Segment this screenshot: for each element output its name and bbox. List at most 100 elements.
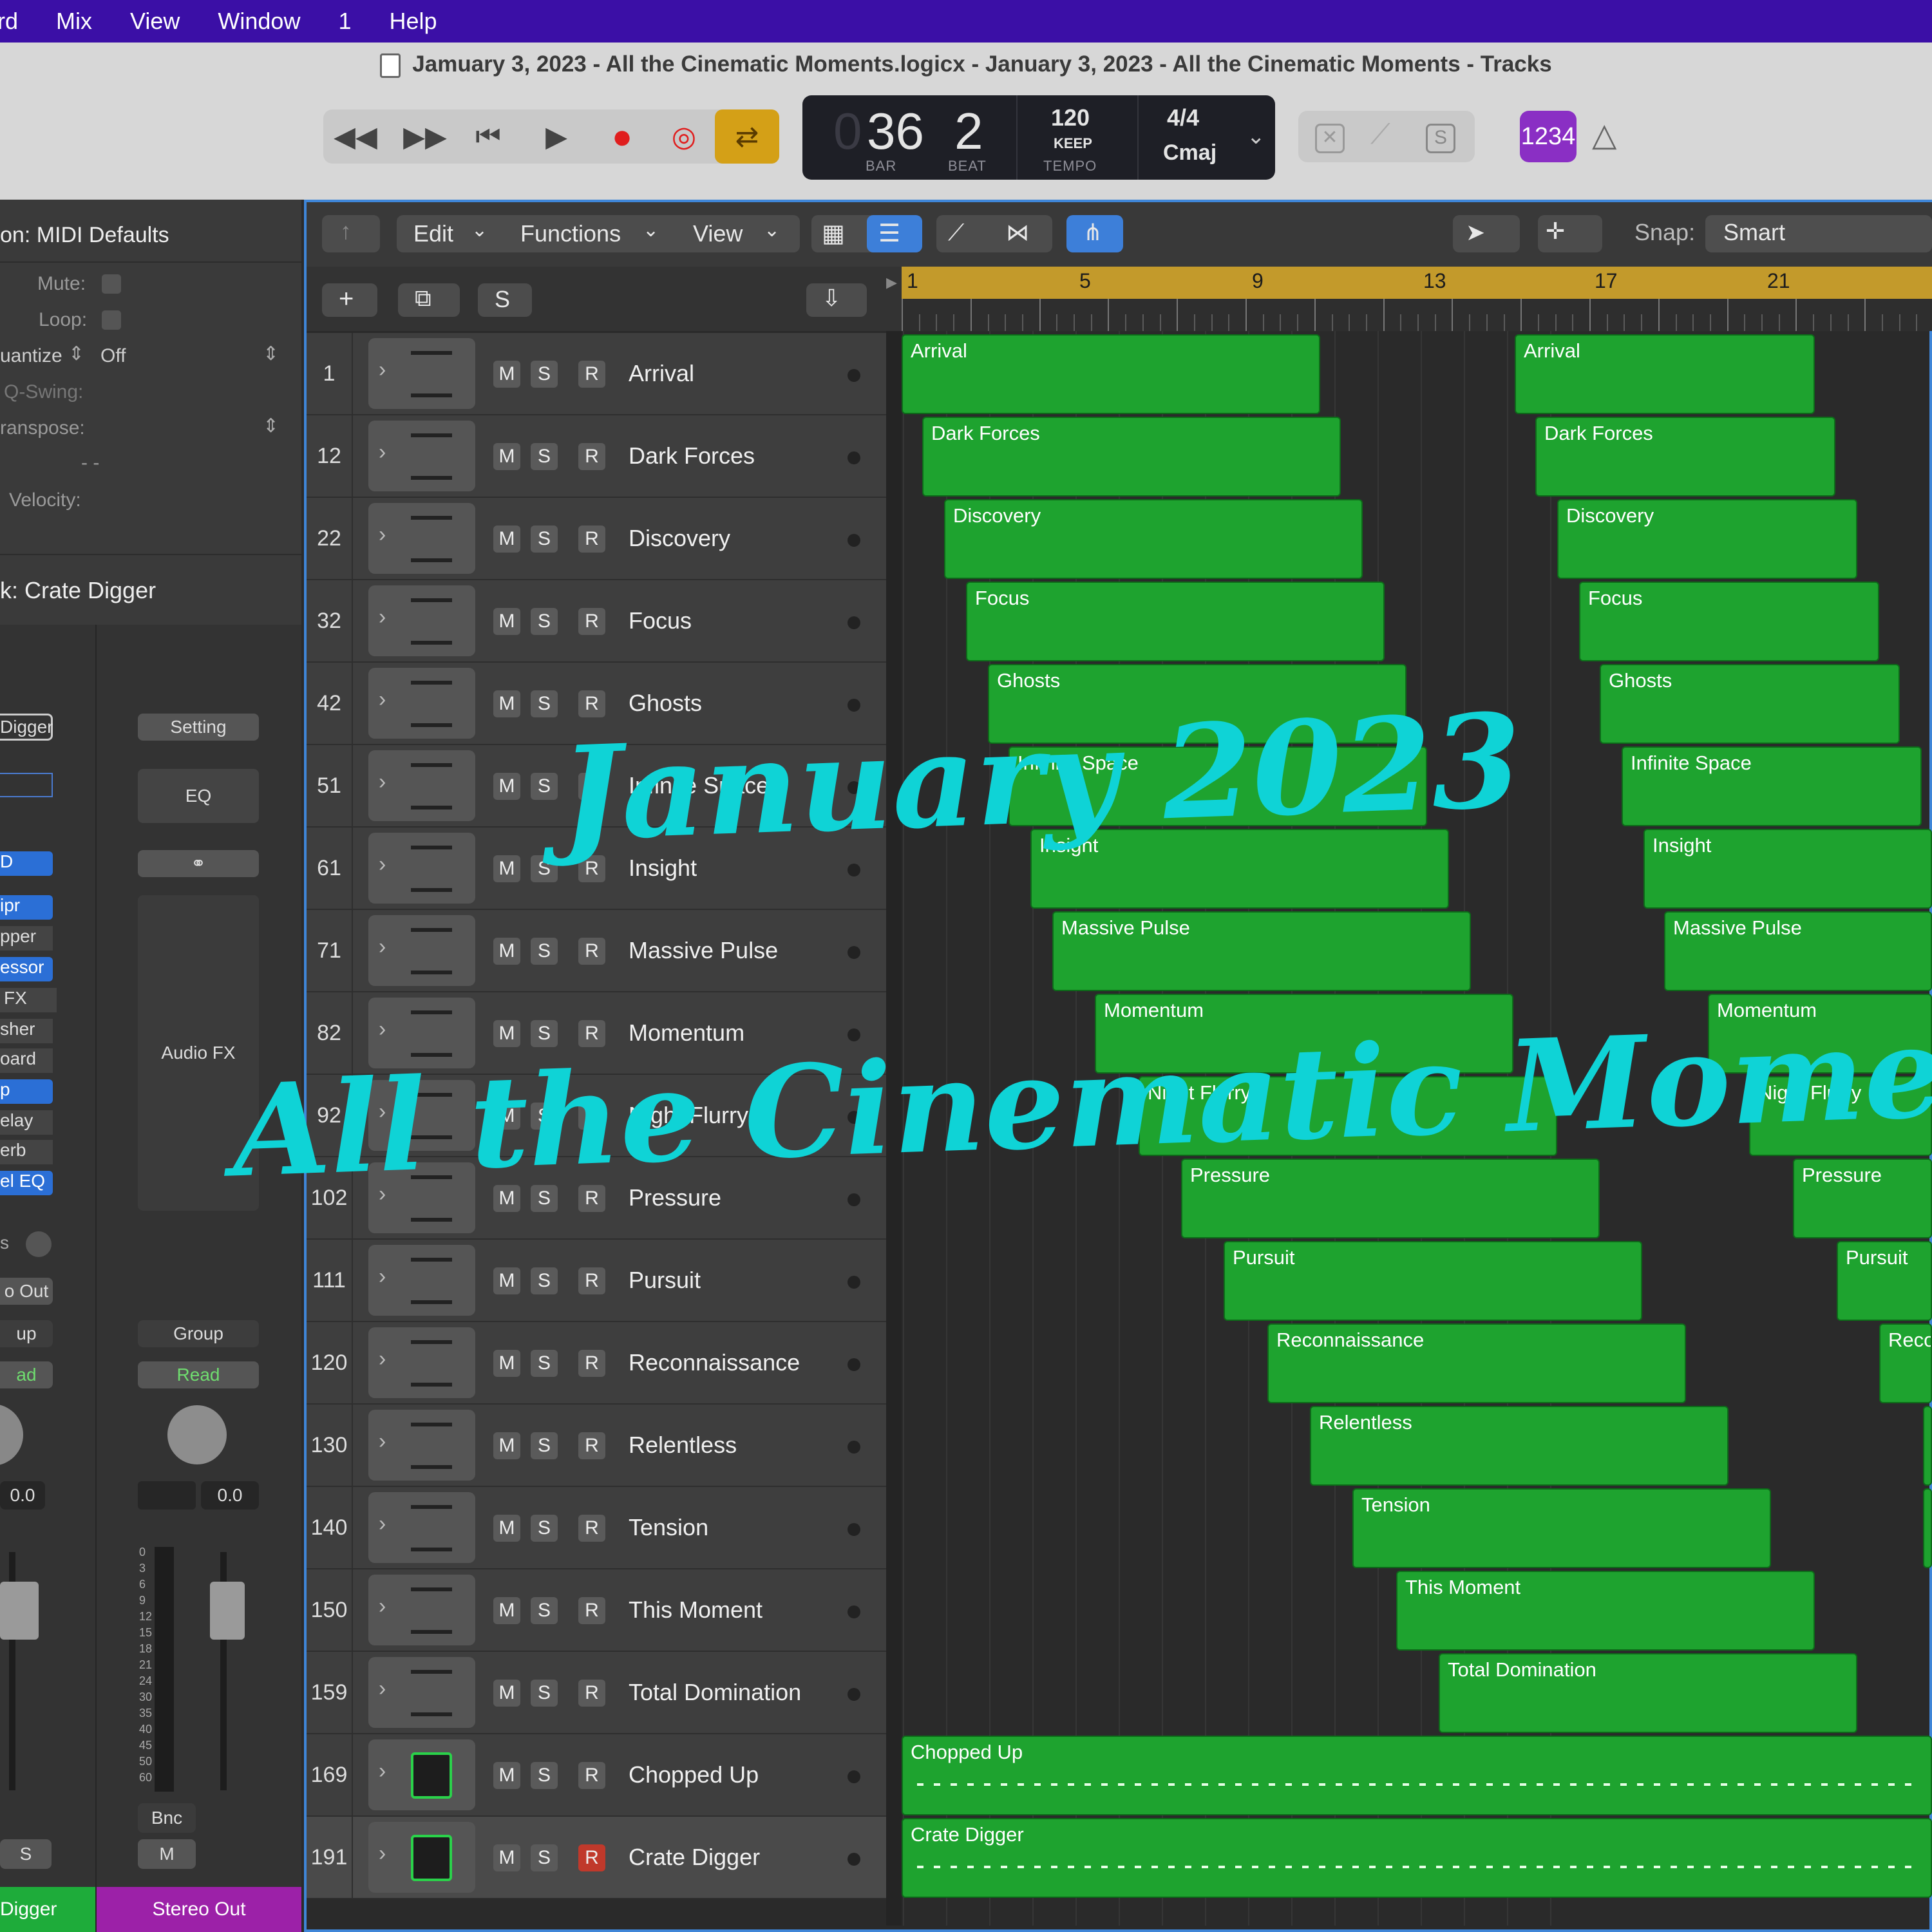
menu-1[interactable]: 1 xyxy=(338,8,351,35)
midi-region[interactable]: Pursuit xyxy=(1837,1241,1932,1321)
midi-region[interactable]: Arrival xyxy=(1515,334,1815,414)
strip1-name[interactable]: Digger xyxy=(0,1887,95,1932)
track-record-button[interactable]: R xyxy=(578,1432,605,1459)
menu-mix[interactable]: Mix xyxy=(56,8,92,35)
track-inspector-title[interactable]: k: Crate Digger xyxy=(0,577,156,604)
menu-record[interactable]: rd xyxy=(0,8,18,35)
midi-region[interactable]: Ghosts xyxy=(1600,664,1900,744)
track-header[interactable]: 12 › M S R Dark Forces xyxy=(307,415,886,498)
strip1-send-knob[interactable] xyxy=(26,1231,52,1257)
disclosure-chevron-icon[interactable]: › xyxy=(379,687,386,712)
track-record-button[interactable]: R xyxy=(578,526,605,553)
track-record-button[interactable]: R xyxy=(578,1762,605,1789)
strip2-volume-value[interactable]: 0.0 xyxy=(201,1481,259,1510)
strip2-name[interactable]: Stereo Out xyxy=(97,1887,301,1932)
midi-region[interactable]: Tension xyxy=(1352,1488,1771,1568)
cycle-icon[interactable]: ⇄ xyxy=(715,109,779,164)
disclosure-chevron-icon[interactable]: › xyxy=(379,357,386,383)
track-solo-button[interactable]: S xyxy=(531,690,558,717)
track-header[interactable]: 159 › M S R Total Domination xyxy=(307,1652,886,1734)
midi-region[interactable]: Chopped Up xyxy=(902,1736,1932,1815)
disclosure-chevron-icon[interactable]: › xyxy=(379,934,386,960)
go-to-start-icon[interactable]: ⏮ xyxy=(456,109,520,164)
midi-region[interactable] xyxy=(1923,1488,1932,1568)
strip2-eq-button[interactable]: EQ xyxy=(138,769,259,823)
midi-region[interactable]: Massive Pulse xyxy=(1052,911,1471,991)
track-solo-button[interactable]: S xyxy=(531,1597,558,1624)
disclosure-chevron-icon[interactable]: › xyxy=(379,770,386,795)
track-header[interactable]: 111 › M S R Pursuit xyxy=(307,1240,886,1322)
track-name[interactable]: Tension xyxy=(629,1514,708,1541)
disclosure-chevron-icon[interactable]: › xyxy=(379,852,386,877)
track-solo-button[interactable]: S xyxy=(531,855,558,882)
track-record-button[interactable]: R xyxy=(578,690,605,717)
track-header[interactable]: 71 › M S R Massive Pulse xyxy=(307,910,886,992)
track-solo-button[interactable]: S xyxy=(531,526,558,553)
strip2-fader[interactable] xyxy=(210,1582,245,1640)
track-header[interactable]: 150 › M S R This Moment xyxy=(307,1569,886,1652)
track-name[interactable]: Pursuit xyxy=(629,1267,701,1294)
track-solo-button[interactable]: S xyxy=(531,1267,558,1294)
midi-region[interactable] xyxy=(1923,1406,1932,1486)
track-header[interactable]: 32 › M S R Focus xyxy=(307,580,886,663)
track-solo-button[interactable]: S xyxy=(531,1844,558,1871)
midi-region[interactable]: Relentless xyxy=(1310,1406,1728,1486)
lcd-display[interactable]: 0 36 2 BAR BEAT 120 KEEP TEMPO 4/4 Cmaj … xyxy=(802,95,1275,180)
track-mute-button[interactable]: M xyxy=(493,526,520,553)
track-solo-button[interactable]: S xyxy=(531,1020,558,1047)
strip1-plugin-slot[interactable]: oard xyxy=(0,1048,53,1073)
track-record-button[interactable]: R xyxy=(578,1267,605,1294)
track-header[interactable]: 1 › M S R Arrival xyxy=(307,333,886,415)
quantize-stepper-icon[interactable]: ⇕ xyxy=(68,343,84,365)
midi-region[interactable]: Massive Pulse xyxy=(1664,911,1932,991)
track-record-button[interactable]: R xyxy=(578,361,605,388)
midi-region[interactable]: Pressure xyxy=(1793,1159,1932,1238)
strip1-volume-value[interactable]: 0.0 xyxy=(0,1481,45,1510)
strip1-plugin-slot[interactable]: p xyxy=(0,1079,53,1104)
strip2-bounce-button[interactable]: Bnc xyxy=(138,1803,196,1833)
track-name[interactable]: Arrival xyxy=(629,360,694,387)
pointer-tool[interactable] xyxy=(1453,215,1520,252)
view-menu[interactable]: View xyxy=(693,220,743,247)
track-solo-button[interactable]: S xyxy=(531,1680,558,1707)
midi-region[interactable]: Crate Digger xyxy=(902,1818,1932,1898)
strip2-mute-button[interactable]: M xyxy=(138,1839,196,1869)
midi-region[interactable]: Focus xyxy=(1579,582,1879,661)
link-icon[interactable]: ⚭ xyxy=(138,850,259,877)
track-record-button[interactable]: R xyxy=(578,1515,605,1542)
menu-help[interactable]: Help xyxy=(389,8,437,35)
track-solo-button[interactable]: S xyxy=(531,361,558,388)
track-solo-button[interactable]: S xyxy=(531,1350,558,1377)
midi-region[interactable]: Focus xyxy=(966,582,1385,661)
strip1-plugin-slot[interactable]: erb xyxy=(0,1140,53,1164)
track-name[interactable]: Ghosts xyxy=(629,690,702,717)
track-solo-button[interactable]: S xyxy=(531,1515,558,1542)
track-mute-button[interactable]: M xyxy=(493,361,520,388)
midi-region[interactable]: Insight xyxy=(1643,829,1932,909)
strip1-plugin-slot[interactable]: ipr xyxy=(0,895,53,920)
track-mute-button[interactable]: M xyxy=(493,1515,520,1542)
track-mute-button[interactable]: M xyxy=(493,1350,520,1377)
midi-region[interactable]: Pursuit xyxy=(1224,1241,1642,1321)
track-mute-button[interactable]: M xyxy=(493,1432,520,1459)
disclosure-chevron-icon[interactable]: › xyxy=(379,1594,386,1619)
tuner-icon[interactable]: ⟋ xyxy=(1370,118,1390,151)
play-icon[interactable]: ▶ xyxy=(524,109,589,164)
strip2-automation-button[interactable]: Read xyxy=(138,1361,259,1388)
count-in-button[interactable]: 1234 xyxy=(1520,111,1577,162)
quantize-value[interactable]: Off xyxy=(100,345,126,367)
rewind-icon[interactable]: ◀◀ xyxy=(323,109,388,164)
track-solo-button[interactable]: S xyxy=(531,443,558,470)
quantize-popup-icon[interactable]: ⇕ xyxy=(263,343,279,365)
automation-icon[interactable]: ⟋ xyxy=(948,219,964,247)
track-mute-button[interactable]: M xyxy=(493,1762,520,1789)
midi-region[interactable]: Dark Forces xyxy=(1535,417,1835,497)
disclosure-chevron-icon[interactable]: › xyxy=(379,1017,386,1042)
mute-checkbox[interactable] xyxy=(102,274,121,294)
track-solo-button[interactable]: S xyxy=(531,608,558,635)
strip1-fader[interactable] xyxy=(0,1582,39,1640)
list-editors-icon[interactable]: ✕ xyxy=(1315,124,1345,153)
strip1-eq-display[interactable] xyxy=(0,773,53,797)
disclosure-chevron-icon[interactable]: › xyxy=(379,1347,386,1372)
track-name[interactable]: Reconnaissance xyxy=(629,1349,800,1376)
